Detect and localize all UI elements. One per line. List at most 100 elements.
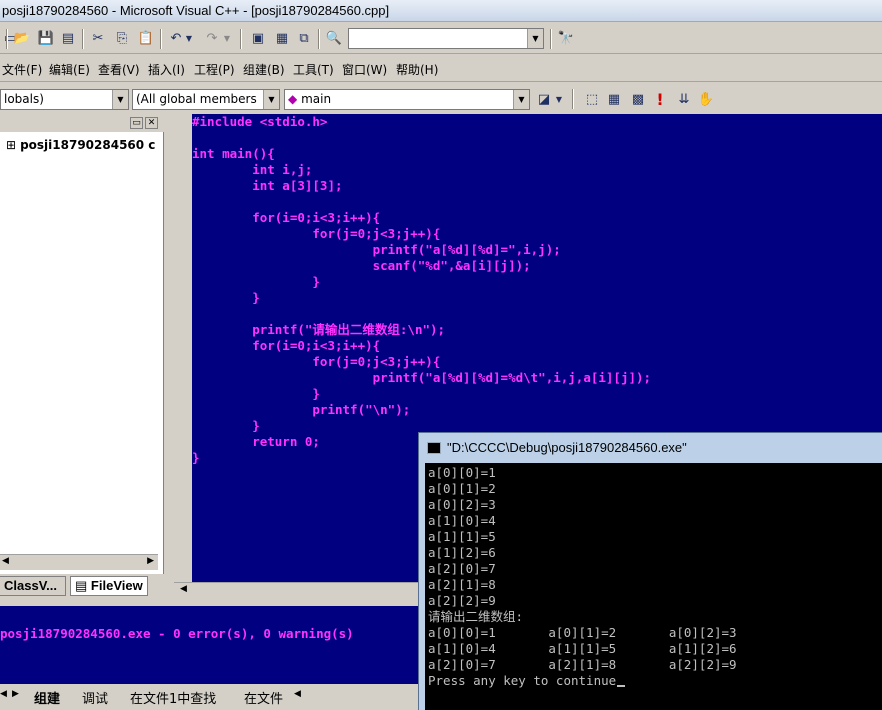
breakpoint-hand-icon[interactable]: ✋ <box>696 89 716 109</box>
pane-restore-icon[interactable]: ▭ <box>130 117 143 129</box>
menu-bar: 文件(F) 编辑(E) 查看(V) 插入(I) 工程(P) 组建(B) 工具(T… <box>0 56 882 82</box>
function-value: main <box>301 92 332 106</box>
tab-build[interactable]: 组建 <box>34 688 60 707</box>
save-icon[interactable]: 💾 <box>36 28 56 48</box>
console-line: a[1][0]=4 a[1][1]=5 a[1][2]=6 <box>428 641 737 656</box>
text-cursor <box>617 685 626 687</box>
menu-file[interactable]: 文件(F) <box>2 61 42 78</box>
tab-debug[interactable]: 调试 <box>82 688 108 707</box>
console-line: a[0][2]=3 <box>428 497 496 512</box>
compile-icon[interactable]: ⬚ <box>582 89 602 109</box>
code-line: for(j=0;j<3;j++){ <box>192 354 441 369</box>
menu-edit[interactable]: 编辑(E) <box>49 61 90 78</box>
undo-dropdown-icon[interactable]: ▼ <box>184 28 194 48</box>
code-line: printf("请输出二维数组:\n"); <box>192 322 446 337</box>
scroll-left-icon[interactable]: ◀ <box>180 584 187 594</box>
paste-icon[interactable]: 📋 <box>136 28 156 48</box>
function-combo[interactable]: ◆ main ▼ <box>284 89 530 110</box>
tab-scroll-left-icon[interactable]: ◀ <box>0 689 7 699</box>
output-window-icon[interactable]: ▦ <box>272 28 292 48</box>
console-output[interactable]: a[0][0]=1 a[0][1]=2 a[0][2]=3 a[1][0]=4 … <box>425 463 882 710</box>
fileview-icon: ▤ <box>75 578 88 593</box>
console-line: a[0][0]=1 a[0][1]=2 a[0][2]=3 <box>428 625 737 640</box>
console-title: "D:\CCCC\Debug\posji18790284560.exe" <box>447 440 687 455</box>
toolbar-separator <box>240 29 242 49</box>
members-value: (All global members <box>136 92 257 106</box>
chevron-down-icon[interactable]: ▼ <box>263 90 279 109</box>
find-combo[interactable]: ▼ <box>348 28 544 49</box>
code-line: for(i=0;i<3;i++){ <box>192 210 381 225</box>
build-icon[interactable]: ▦ <box>604 89 624 109</box>
members-combo[interactable]: (All global members ▼ <box>132 89 280 110</box>
workspace-window-icon[interactable]: ▣ <box>248 28 268 48</box>
toolbar-separator <box>82 29 84 49</box>
console-line: a[2][2]=9 <box>428 593 496 608</box>
build-result-message: posji18790284560.exe - 0 error(s), 0 war… <box>0 626 354 641</box>
undo-icon[interactable]: ↶ <box>166 28 186 48</box>
toolbar-separator <box>550 29 552 49</box>
class-scope-combo[interactable]: lobals) ▼ <box>0 89 129 110</box>
find-in-files-icon[interactable]: 🔍 <box>324 28 344 48</box>
save-all-icon[interactable]: ▤ <box>58 28 78 48</box>
redo-dropdown-icon: ▼ <box>223 33 231 43</box>
menu-project[interactable]: 工程(P) <box>194 61 235 78</box>
chevron-down-icon[interactable]: ▼ <box>513 90 529 109</box>
code-line: printf("a[%d][%d]=%d\t",i,j,a[i][j]); <box>192 370 652 385</box>
console-prompt-line: Press any key to continue <box>428 673 626 689</box>
console-prompt-text: Press any key to continue <box>428 673 617 688</box>
console-line: a[2][0]=7 <box>428 561 496 576</box>
go-debug-icon[interactable]: ⇊ <box>674 89 694 109</box>
class-scope-value: lobals) <box>4 92 44 106</box>
wizard-action-dropdown-icon[interactable]: ▼ <box>554 89 564 109</box>
chevron-down-icon[interactable]: ▼ <box>527 29 543 48</box>
workspace-pane: ▭ ✕ ⊞ posji18790284560 c ◀ ▶ ClassV... ▤… <box>0 114 164 598</box>
output-pane: posji18790284560.exe - 0 error(s), 0 war… <box>0 604 420 684</box>
stop-build-icon[interactable]: ▩ <box>628 89 648 109</box>
tab-fileview[interactable]: ▤ FileView <box>70 576 148 596</box>
project-tree-item[interactable]: ⊞ posji18790284560 c <box>6 138 155 152</box>
code-line: } <box>192 450 200 465</box>
menu-view[interactable]: 查看(V) <box>98 61 140 78</box>
console-window[interactable]: "D:\CCCC\Debug\posji18790284560.exe" a[0… <box>418 432 882 710</box>
menu-tools[interactable]: 工具(T) <box>293 61 334 78</box>
console-line: 请输出二维数组: <box>428 609 524 624</box>
tab-fileview-label: FileView <box>90 578 143 593</box>
output-tabs: ◀ ▶ 组建 调试 在文件1中查找 在文件 ◀ <box>0 684 420 710</box>
project-name: posji18790284560 c <box>20 138 156 152</box>
code-line: return 0; <box>192 434 320 449</box>
tab-find-in-files-2[interactable]: 在文件 <box>244 688 283 707</box>
tab-scroll-right-icon[interactable]: ▶ <box>12 689 19 699</box>
cut-icon[interactable]: ✂ <box>88 28 108 48</box>
console-line: a[1][1]=5 <box>428 529 496 544</box>
window-list-icon[interactable]: ⧉ <box>294 28 314 48</box>
workspace-scrollbar[interactable]: ◀ ▶ <box>0 554 158 570</box>
menu-build[interactable]: 组建(B) <box>243 61 285 78</box>
menu-window[interactable]: 窗口(W) <box>342 61 387 78</box>
execute-icon[interactable]: ! <box>650 89 670 109</box>
code-line: int i,j; <box>192 162 313 177</box>
editor-scrollbar[interactable]: ◀ <box>174 582 420 598</box>
tab-classview[interactable]: ClassV... <box>0 576 66 596</box>
tab-find-in-files-1[interactable]: 在文件1中查找 <box>130 688 216 707</box>
toolbar-separator <box>572 89 574 109</box>
project-icon: ⊞ <box>6 138 17 152</box>
window-title: posji18790284560 - Microsoft Visual C++ … <box>0 0 882 22</box>
console-line: a[0][0]=1 <box>428 465 496 480</box>
menu-insert[interactable]: 插入(I) <box>148 61 185 78</box>
tab-hscroll-left-icon[interactable]: ◀ <box>294 689 301 699</box>
chevron-down-icon[interactable]: ▼ <box>112 90 128 109</box>
find-binoculars-icon[interactable]: 🔭 <box>556 28 576 48</box>
toolbar-separator <box>160 29 162 49</box>
scroll-right-icon[interactable]: ▶ <box>147 556 154 566</box>
code-line: printf("a[%d][%d]=",i,j); <box>192 242 561 257</box>
code-line: } <box>192 418 260 433</box>
wizard-action-icon[interactable]: ◪ <box>534 89 554 109</box>
open-folder-icon[interactable]: 📂 <box>12 28 32 48</box>
copy-icon[interactable]: ⎘ <box>112 28 132 48</box>
close-icon[interactable]: ✕ <box>145 117 158 129</box>
console-line: a[1][2]=6 <box>428 545 496 560</box>
code-line: int a[3][3]; <box>192 178 343 193</box>
console-line: a[2][0]=7 a[2][1]=8 a[2][2]=9 <box>428 657 737 672</box>
menu-help[interactable]: 帮助(H) <box>396 61 438 78</box>
scroll-left-icon[interactable]: ◀ <box>2 556 9 566</box>
